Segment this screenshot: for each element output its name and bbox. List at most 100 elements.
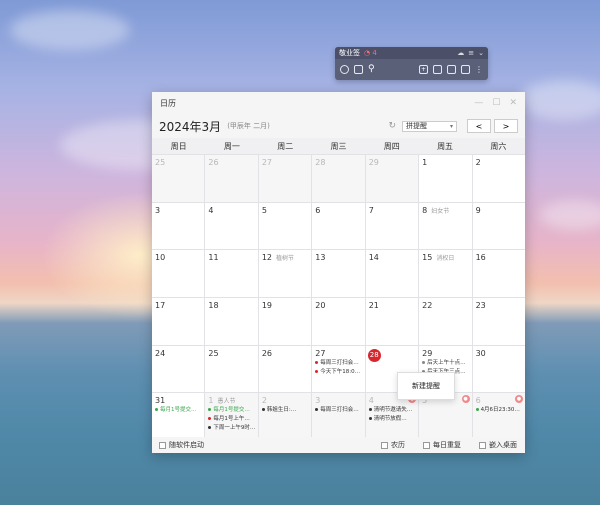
minimize-icon[interactable]: —: [474, 98, 483, 108]
day-cell[interactable]: 4●清明节邀请失…清明节放假…: [365, 393, 419, 441]
new-reminder-menu-item[interactable]: 新建提醒: [412, 381, 440, 391]
add-icon[interactable]: +: [419, 65, 428, 74]
day-cell[interactable]: 5: [258, 202, 312, 250]
event-item[interactable]: 每月1号上午…: [208, 415, 257, 423]
layout-icon[interactable]: [447, 65, 456, 74]
day-cell[interactable]: 31 每月1号提交…: [152, 393, 205, 441]
cloud-icon[interactable]: ☁: [457, 49, 464, 57]
image-icon[interactable]: [433, 65, 442, 74]
day-cell[interactable]: 13: [312, 250, 365, 298]
day-cell[interactable]: 30: [472, 345, 525, 393]
day-cell[interactable]: 17: [152, 298, 205, 345]
day-number: 21: [368, 301, 379, 311]
event-item[interactable]: 今天下午18:0…: [315, 368, 364, 376]
day-cell[interactable]: 7: [365, 202, 419, 250]
event-dot-icon: [422, 360, 426, 364]
day-cell[interactable]: 5 ●: [419, 393, 472, 441]
event-text: 韩姐生日:…: [266, 407, 297, 414]
day-number: 7: [368, 205, 374, 215]
day-cell[interactable]: 25: [205, 345, 258, 393]
day-cell[interactable]: 3: [152, 202, 205, 250]
menu-icon[interactable]: ≡: [468, 49, 474, 57]
day-cell[interactable]: 14: [365, 250, 419, 298]
autostart-toggle[interactable]: 随软件启动: [159, 440, 204, 450]
clock-icon[interactable]: [340, 65, 349, 74]
day-cell[interactable]: 27: [258, 155, 312, 202]
checkbox[interactable]: [423, 441, 430, 449]
day-cell[interactable]: 18: [205, 298, 258, 345]
day-cell[interactable]: 3 每周三打扫会…: [312, 393, 365, 441]
maximize-icon[interactable]: ☐: [492, 98, 500, 108]
more-icon[interactable]: ⋮: [475, 65, 483, 74]
event-item[interactable]: 下周一上午9时…: [208, 424, 257, 432]
day-cell[interactable]: 27 每周三打扫会… 今天下午18:0…: [312, 345, 365, 393]
day-cell[interactable]: 28: [312, 155, 365, 202]
day-cell[interactable]: 2 韩姐生日:…: [258, 393, 312, 441]
grid-icon[interactable]: [461, 65, 470, 74]
event-item[interactable]: 4月6日23:30…: [475, 406, 525, 414]
next-month-button[interactable]: >: [494, 119, 518, 133]
event-item[interactable]: 每月1号提交…: [155, 406, 204, 414]
day-cell[interactable]: 26: [205, 155, 258, 202]
event-item[interactable]: 后天上午十点…: [422, 359, 471, 367]
day-number: 25: [208, 348, 219, 358]
day-number: 4: [368, 396, 374, 406]
day-cell[interactable]: 20: [312, 298, 365, 345]
checkbox[interactable]: [381, 441, 388, 449]
day-number: 1: [422, 158, 428, 167]
event-item[interactable]: 每周三打扫会…: [315, 359, 364, 367]
day-cell[interactable]: 6 ● 4月6日23:30…: [472, 393, 525, 441]
day-cell[interactable]: 11: [205, 250, 258, 298]
event-dot-icon: [368, 408, 372, 412]
day-number: 24: [155, 348, 166, 358]
calendar-icon[interactable]: [354, 65, 363, 74]
embed-desktop-toggle[interactable]: 嵌入桌面: [479, 440, 517, 450]
day-cell[interactable]: 8 妇女节: [419, 202, 472, 250]
collapse-icon[interactable]: ⌄: [478, 49, 484, 57]
weekday-label: 周日: [170, 141, 187, 151]
reminder-filter-select[interactable]: 拼提醒 ▾: [402, 120, 457, 132]
event-item[interactable]: 每月1号提交…: [208, 406, 257, 414]
event-item[interactable]: 韩姐生日:…: [261, 406, 311, 414]
prev-month-button[interactable]: <: [467, 119, 491, 133]
event-dot-icon: [208, 426, 212, 430]
checkbox[interactable]: [159, 441, 166, 449]
day-cell[interactable]: 19: [258, 298, 312, 345]
embed-desktop-label: 嵌入桌面: [489, 441, 517, 449]
close-icon[interactable]: ✕: [509, 98, 517, 108]
day-cell[interactable]: 9: [472, 202, 525, 250]
day-cell[interactable]: 4: [205, 202, 258, 250]
day-cell[interactable]: 1: [419, 155, 472, 202]
day-cell[interactable]: 12 植树节: [258, 250, 312, 298]
day-cell[interactable]: 2: [472, 155, 525, 202]
refresh-icon[interactable]: ↻: [388, 121, 396, 131]
checkbox[interactable]: [479, 441, 486, 449]
day-cell[interactable]: 26: [258, 345, 312, 393]
notification-badge[interactable]: ◔ 4: [364, 49, 377, 57]
day-cell[interactable]: 29: [365, 155, 419, 202]
day-number: 29: [422, 348, 433, 358]
day-cell[interactable]: 21: [365, 298, 419, 345]
day-cell[interactable]: 10: [152, 250, 205, 298]
event-item[interactable]: 清明节邀请失…: [368, 406, 418, 414]
search-icon[interactable]: ⚲: [368, 65, 375, 74]
day-cell[interactable]: 16: [472, 250, 525, 298]
event-item[interactable]: 每周三打扫会…: [315, 406, 364, 414]
day-cell[interactable]: 22: [419, 298, 472, 345]
event-item[interactable]: 清明节放假…: [368, 415, 418, 423]
day-cell[interactable]: 6: [312, 202, 365, 250]
day-number: 27: [261, 158, 273, 167]
day-number: 6: [315, 205, 321, 215]
day-cell[interactable]: 24: [152, 345, 205, 393]
day-cell[interactable]: 25: [152, 155, 205, 202]
event-dot-icon: [208, 408, 212, 412]
lunar-toggle[interactable]: 农历: [381, 440, 405, 450]
day-cell[interactable]: 23: [472, 298, 525, 345]
day-number: 19: [261, 301, 273, 311]
day-number: 9: [475, 205, 481, 215]
day-cell[interactable]: 15 消权日: [419, 250, 472, 298]
day-number: 23: [475, 301, 486, 311]
daily-repeat-toggle[interactable]: 每日重复: [423, 440, 461, 450]
day-cell[interactable]: 1 愚人节 每月1号提交… 每月1号上午… 下周一上午9时…: [205, 393, 258, 441]
event-text: 清明节放假…: [373, 416, 407, 423]
